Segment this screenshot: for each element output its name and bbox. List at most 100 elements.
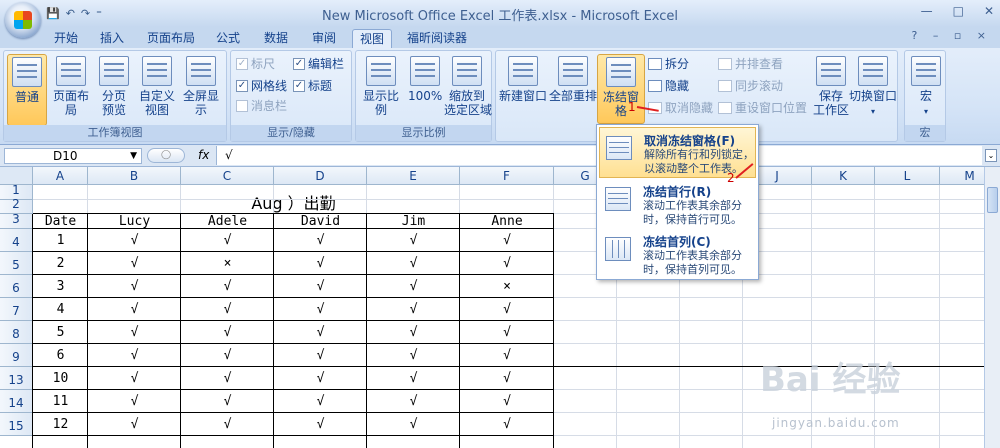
table-cell[interactable]: √ [367,321,460,344]
table-cell[interactable]: √ [88,321,181,344]
help-icons[interactable]: ? – ▫ × [912,29,993,42]
row-header[interactable]: 4 [0,229,33,252]
table-header-cell[interactable]: Anne [460,214,554,229]
column-header-c[interactable]: C [181,167,274,185]
column-header-l[interactable]: L [875,167,940,185]
table-cell[interactable]: √ [460,413,554,436]
table-cell[interactable]: √ [274,390,367,413]
row-header[interactable]: 9 [0,344,33,367]
table-cell[interactable]: × [460,275,554,298]
split-button[interactable]: 拆分 [648,55,689,73]
table-header-cell[interactable]: Lucy [88,214,181,229]
ruler-checkbox[interactable]: ✓ 标尺 [236,55,275,73]
column-header-a[interactable]: A [33,167,88,185]
minimize-icon[interactable]: — [921,4,933,18]
full-screen-button[interactable]: 全屏显示 [178,54,224,117]
table-cell[interactable]: √ [181,321,274,344]
table-cell[interactable]: √ [367,229,460,252]
tab-insert[interactable]: 插入 [94,29,130,48]
table-cell[interactable]: √ [274,321,367,344]
table-cell[interactable]: 10 [33,367,88,390]
tab-foxit-reader[interactable]: 福昕阅读器 [402,29,472,48]
table-header-cell[interactable]: Adele [181,214,274,229]
chevron-down-icon[interactable]: ▼ [130,149,137,163]
table-cell[interactable]: √ [274,298,367,321]
tab-page-layout[interactable]: 页面布局 [140,29,202,48]
table-cell[interactable]: √ [181,390,274,413]
table-cell[interactable]: √ [88,275,181,298]
table-cell[interactable]: √ [367,344,460,367]
table-cell[interactable]: 6 [33,344,88,367]
table-cell[interactable]: √ [88,229,181,252]
table-header-cell[interactable]: David [274,214,367,229]
table-cell[interactable]: √ [460,367,554,390]
arrange-all-button[interactable]: 全部重排 [549,54,597,103]
table-cell[interactable]: √ [460,229,554,252]
gridlines-checkbox[interactable]: ✓ 网格线 [236,77,287,95]
close-icon[interactable]: ✕ [984,4,994,18]
save-workspace-button[interactable]: 保存 工作区 [811,54,851,117]
table-cell[interactable]: √ [181,298,274,321]
table-cell[interactable]: √ [460,252,554,275]
table-cell[interactable]: √ [367,367,460,390]
table-cell[interactable]: × [181,252,274,275]
column-header-d[interactable]: D [274,167,367,185]
table-cell[interactable]: √ [88,413,181,436]
unhide-button[interactable]: 取消隐藏 [648,99,713,117]
sync-scroll-button[interactable]: 同步滚动 [718,77,783,95]
table-cell[interactable]: √ [367,298,460,321]
table-cell[interactable]: 1 [33,229,88,252]
page-break-preview-button[interactable]: 分页 预览 [96,54,132,117]
formula-bar-checkbox[interactable]: ✓ 编辑栏 [293,55,344,73]
message-bar-checkbox[interactable]: 消息栏 [236,97,287,115]
switch-windows-button[interactable]: 切换窗口 ▾ [849,54,897,119]
headings-checkbox[interactable]: ✓ 标题 [293,77,332,95]
column-header-k[interactable]: K [812,167,875,185]
tab-review[interactable]: 审阅 [306,29,342,48]
view-side-by-side-button[interactable]: 并排查看 [718,55,783,73]
page-layout-view-button[interactable]: 页面布局 [49,54,93,117]
row-header[interactable]: 5 [0,252,33,275]
table-header-cell[interactable]: Date [33,214,88,229]
tab-formulas[interactable]: 公式 [210,29,246,48]
custom-views-button[interactable]: 自定义 视图 [138,54,176,117]
normal-view-button[interactable]: 普通 [7,54,47,126]
office-button[interactable] [5,2,41,38]
table-header-cell[interactable]: Jim [367,214,460,229]
row-header[interactable]: 7 [0,298,33,321]
row-header[interactable]: 6 [0,275,33,298]
tab-home[interactable]: 开始 [48,29,84,48]
tab-data[interactable]: 数据 [258,29,294,48]
menu-item-freeze-top-row[interactable]: 冻结首行(R) 滚动工作表其余部分时，保持首行可见。 [599,179,756,230]
tab-view[interactable]: 视图 [352,29,392,48]
insert-function-icon[interactable]: fx [198,148,209,162]
column-header-e[interactable]: E [367,167,460,185]
freeze-panes-button[interactable]: 冻结窗格▾ [597,54,645,131]
table-cell[interactable]: √ [274,229,367,252]
hide-button[interactable]: 隐藏 [648,77,689,95]
zoom-button[interactable]: 显示比例 [359,54,403,117]
table-cell[interactable]: √ [181,367,274,390]
maximize-icon[interactable]: □ [953,4,964,18]
table-cell[interactable]: 5 [33,321,88,344]
table-cell[interactable]: √ [460,344,554,367]
table-cell[interactable]: √ [367,390,460,413]
table-cell[interactable]: √ [181,344,274,367]
table-cell[interactable]: √ [274,275,367,298]
row-header[interactable]: 14 [0,390,33,413]
table-cell[interactable]: √ [367,275,460,298]
table-cell[interactable]: 3 [33,275,88,298]
table-cell[interactable]: √ [274,367,367,390]
reset-window-position-button[interactable]: 重设窗口位置 [718,99,807,117]
table-cell[interactable]: √ [181,229,274,252]
expand-formula-bar-icon[interactable]: ⌄ [985,149,997,162]
table-cell[interactable]: √ [88,390,181,413]
table-cell[interactable]: √ [367,252,460,275]
table-cell[interactable]: 4 [33,298,88,321]
column-header-f[interactable]: F [460,167,554,185]
table-cell[interactable]: √ [274,252,367,275]
new-window-button[interactable]: 新建窗口 [499,54,547,103]
column-header-b[interactable]: B [88,167,181,185]
row-header[interactable]: 8 [0,321,33,344]
row-header[interactable]: 3 [0,212,33,229]
